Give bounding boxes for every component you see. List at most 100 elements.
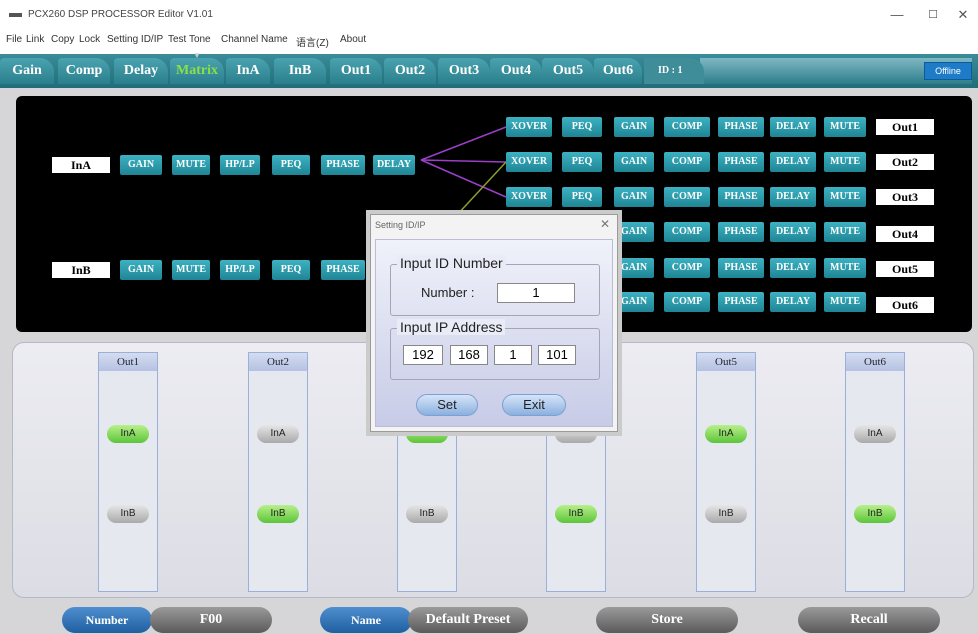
menu-lock[interactable]: Lock bbox=[79, 34, 100, 45]
tab-matrix[interactable]: ▼ Matrix bbox=[170, 52, 224, 84]
route-inb-toggle[interactable]: InB bbox=[406, 505, 448, 523]
maximize-button[interactable]: ☐ bbox=[918, 6, 948, 24]
dialog-close-icon[interactable]: ✕ bbox=[600, 217, 610, 231]
preset-number-value[interactable]: F00 bbox=[150, 607, 272, 633]
out2-mute-block[interactable]: MUTE bbox=[824, 152, 866, 172]
id-number-input[interactable]: 1 bbox=[497, 283, 575, 303]
tab-out1[interactable]: Out1 bbox=[330, 58, 382, 84]
output-1-label: Out1 bbox=[876, 119, 934, 135]
out5-delay-block[interactable]: DELAY bbox=[770, 258, 816, 278]
menu-channel-name[interactable]: Channel Name bbox=[221, 34, 288, 45]
set-button[interactable]: Set bbox=[416, 394, 478, 416]
route-line bbox=[420, 126, 507, 161]
ina-gain-block[interactable]: GAIN bbox=[120, 155, 162, 175]
menu-about[interactable]: About bbox=[340, 34, 366, 45]
out2-peq-block[interactable]: PEQ bbox=[562, 152, 602, 172]
route-ina-toggle[interactable]: InA bbox=[257, 425, 299, 443]
menu-setting-id-ip[interactable]: Setting ID/IP bbox=[107, 34, 163, 45]
tab-gain[interactable]: Gain bbox=[0, 58, 54, 84]
out1-delay-block[interactable]: DELAY bbox=[770, 117, 816, 137]
preset-name-value[interactable]: Default Preset bbox=[408, 607, 528, 633]
tab-out3[interactable]: Out3 bbox=[438, 58, 490, 84]
out4-phase-block[interactable]: PHASE bbox=[718, 222, 764, 242]
out3-xover-block[interactable]: XOVER bbox=[506, 187, 552, 207]
route-inb-toggle[interactable]: InB bbox=[854, 505, 896, 523]
route-ina-toggle[interactable]: InA bbox=[107, 425, 149, 443]
inb-hplp-block[interactable]: HP/LP bbox=[220, 260, 260, 280]
route-inb-toggle[interactable]: InB bbox=[555, 505, 597, 523]
out1-mute-block[interactable]: MUTE bbox=[824, 117, 866, 137]
route-ina-toggle[interactable]: InA bbox=[854, 425, 896, 443]
out6-mute-block[interactable]: MUTE bbox=[824, 292, 866, 312]
tab-out4[interactable]: Out4 bbox=[490, 58, 542, 84]
out1-xover-block[interactable]: XOVER bbox=[506, 117, 552, 137]
out6-comp-block[interactable]: COMP bbox=[664, 292, 710, 312]
out2-comp-block[interactable]: COMP bbox=[664, 152, 710, 172]
preset-number-label: Number bbox=[62, 607, 152, 633]
out5-gain-block[interactable]: GAIN bbox=[614, 258, 654, 278]
out6-delay-block[interactable]: DELAY bbox=[770, 292, 816, 312]
tab-delay[interactable]: Delay bbox=[114, 58, 168, 84]
route-inb-toggle[interactable]: InB bbox=[107, 505, 149, 523]
out3-phase-block[interactable]: PHASE bbox=[718, 187, 764, 207]
ina-hplp-block[interactable]: HP/LP bbox=[220, 155, 260, 175]
exit-button[interactable]: Exit bbox=[502, 394, 566, 416]
close-button[interactable]: ✕ bbox=[948, 6, 978, 24]
ip-octet-4-input[interactable]: 101 bbox=[538, 345, 576, 365]
out4-comp-block[interactable]: COMP bbox=[664, 222, 710, 242]
inb-phase-block[interactable]: PHASE bbox=[321, 260, 365, 280]
ip-octet-2-input[interactable]: 168 bbox=[450, 345, 488, 365]
out2-gain-block[interactable]: GAIN bbox=[614, 152, 654, 172]
ina-mute-block[interactable]: MUTE bbox=[172, 155, 210, 175]
route-inb-toggle[interactable]: InB bbox=[705, 505, 747, 523]
minimize-button[interactable]: — bbox=[882, 6, 912, 24]
ina-peq-block[interactable]: PEQ bbox=[272, 155, 310, 175]
store-button[interactable]: Store bbox=[596, 607, 738, 633]
out3-comp-block[interactable]: COMP bbox=[664, 187, 710, 207]
ina-phase-block[interactable]: PHASE bbox=[321, 155, 365, 175]
out4-delay-block[interactable]: DELAY bbox=[770, 222, 816, 242]
ip-octet-3-input[interactable]: 1 bbox=[494, 345, 532, 365]
out6-gain-block[interactable]: GAIN bbox=[614, 292, 654, 312]
output-5-label: Out5 bbox=[876, 261, 934, 277]
connection-status-button[interactable]: Offline bbox=[924, 62, 972, 80]
out1-phase-block[interactable]: PHASE bbox=[718, 117, 764, 137]
menu-link[interactable]: Link bbox=[26, 34, 44, 45]
out4-mute-block[interactable]: MUTE bbox=[824, 222, 866, 242]
out3-gain-block[interactable]: GAIN bbox=[614, 187, 654, 207]
out3-mute-block[interactable]: MUTE bbox=[824, 187, 866, 207]
tab-comp[interactable]: Comp bbox=[58, 58, 110, 84]
inb-peq-block[interactable]: PEQ bbox=[272, 260, 310, 280]
id-number-group-title: Input ID Number bbox=[397, 255, 506, 271]
out3-delay-block[interactable]: DELAY bbox=[770, 187, 816, 207]
ina-delay-block[interactable]: DELAY bbox=[373, 155, 415, 175]
out5-comp-block[interactable]: COMP bbox=[664, 258, 710, 278]
ip-octet-1-input[interactable]: 192 bbox=[403, 345, 443, 365]
menu-copy[interactable]: Copy bbox=[51, 34, 74, 45]
out6-phase-block[interactable]: PHASE bbox=[718, 292, 764, 312]
tab-out2[interactable]: Out2 bbox=[384, 58, 436, 84]
tab-out5[interactable]: Out5 bbox=[542, 58, 594, 84]
menu-language[interactable]: 语言(Z) bbox=[296, 34, 329, 49]
out5-phase-block[interactable]: PHASE bbox=[718, 258, 764, 278]
out3-peq-block[interactable]: PEQ bbox=[562, 187, 602, 207]
out2-xover-block[interactable]: XOVER bbox=[506, 152, 552, 172]
route-inb-toggle[interactable]: InB bbox=[257, 505, 299, 523]
recall-button[interactable]: Recall bbox=[798, 607, 940, 633]
out5-mute-block[interactable]: MUTE bbox=[824, 258, 866, 278]
out1-gain-block[interactable]: GAIN bbox=[614, 117, 654, 137]
tab-out6[interactable]: Out6 bbox=[594, 58, 642, 84]
out1-comp-block[interactable]: COMP bbox=[664, 117, 710, 137]
menu-test-tone[interactable]: Test Tone bbox=[168, 34, 211, 45]
tab-inb[interactable]: InB bbox=[274, 58, 326, 84]
out1-peq-block[interactable]: PEQ bbox=[562, 117, 602, 137]
out2-delay-block[interactable]: DELAY bbox=[770, 152, 816, 172]
out2-phase-block[interactable]: PHASE bbox=[718, 152, 764, 172]
inb-gain-block[interactable]: GAIN bbox=[120, 260, 162, 280]
tab-ina[interactable]: InA bbox=[226, 58, 270, 84]
out4-gain-block[interactable]: GAIN bbox=[614, 222, 654, 242]
inb-mute-block[interactable]: MUTE bbox=[172, 260, 210, 280]
route-ina-toggle[interactable]: InA bbox=[705, 425, 747, 443]
menu-file[interactable]: File bbox=[6, 34, 22, 45]
route-line bbox=[420, 159, 507, 163]
